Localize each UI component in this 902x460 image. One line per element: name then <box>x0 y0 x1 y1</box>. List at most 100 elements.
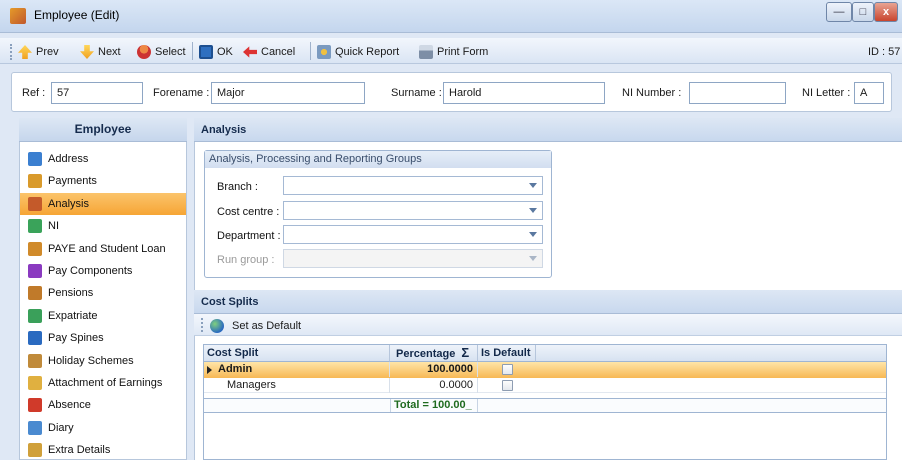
nav-item-label: Expatriate <box>48 309 98 322</box>
ref-field[interactable]: 57 <box>51 82 143 104</box>
nav-item-label: PAYE and Student Loan <box>48 242 166 255</box>
cost-centre-select[interactable] <box>283 201 543 220</box>
save-icon <box>199 45 213 59</box>
title-bar <box>0 0 902 33</box>
branch-select[interactable] <box>283 176 543 195</box>
extra-icon <box>28 443 42 458</box>
attachment-icon <box>28 376 42 390</box>
nav-item-pensions[interactable]: Pensions <box>20 282 186 304</box>
toolbar-separator <box>310 42 311 60</box>
col-percentage[interactable]: Percentage Σ <box>390 345 478 362</box>
department-label: Department : <box>217 230 281 242</box>
chevron-down-icon <box>529 232 537 237</box>
down-arrow-icon <box>80 45 94 59</box>
col-cost-split[interactable]: Cost Split <box>204 345 390 362</box>
select-person-icon <box>137 45 151 59</box>
cell-cost-split[interactable]: Managers <box>227 378 390 393</box>
toolbar-separator <box>192 42 193 60</box>
cell-percentage[interactable]: 100.0000 <box>390 362 478 377</box>
set-as-default-button[interactable]: Set as Default <box>210 318 301 334</box>
people-icon <box>28 152 42 166</box>
nav-item-analysis[interactable]: Analysis <box>20 192 186 215</box>
run-group-label: Run group : <box>217 254 275 266</box>
cost-centre-label: Cost centre : <box>217 206 280 218</box>
ni-letter-field[interactable]: A <box>854 82 884 104</box>
nav-item-address[interactable]: Address <box>20 148 186 170</box>
up-arrow-icon <box>18 45 32 59</box>
nav-item-expatriate[interactable]: Expatriate <box>20 305 186 327</box>
nav-item-holiday-schemes[interactable]: Holiday Schemes <box>20 350 186 372</box>
nav-item-label: Diary <box>48 421 74 434</box>
nav-item-label: Absence <box>48 399 91 412</box>
grid-header-filler <box>536 345 886 362</box>
nav-item-label: Payments <box>48 175 97 188</box>
next-button[interactable]: Next <box>80 44 121 60</box>
analysis-section-title: Analysis <box>194 118 902 142</box>
nav-item-label: Address <box>48 153 89 165</box>
wallet-icon <box>28 174 42 189</box>
grid-footer <box>204 398 886 413</box>
nav-item-label: Pay Spines <box>48 332 104 345</box>
is-default-checkbox[interactable] <box>502 364 513 375</box>
print-icon <box>419 45 433 59</box>
ok-button[interactable]: OK <box>199 44 233 60</box>
nav-item-label: Analysis <box>48 197 89 210</box>
percentage-total: Total = 100.00_ <box>390 399 478 412</box>
nav-item-label: Pensions <box>48 287 94 300</box>
surname-label: Surname : <box>391 87 442 99</box>
row-indicator-icon <box>207 366 212 374</box>
paye-icon <box>28 241 42 256</box>
nav-item-pay-components[interactable]: Pay Components <box>20 260 186 282</box>
ni-letter-label: NI Letter : <box>802 87 851 99</box>
close-button[interactable]: x <box>874 2 898 22</box>
nav-item-paye-and-student-loan[interactable]: PAYE and Student Loan <box>20 238 186 260</box>
pensions-icon <box>28 286 42 301</box>
nav-item-pay-spines[interactable]: Pay Spines <box>20 327 186 349</box>
holiday-icon <box>28 353 42 368</box>
print-form-button[interactable]: Print Form <box>419 44 488 60</box>
window-title: Employee (Edit) <box>34 8 120 22</box>
ni-number-field[interactable] <box>689 82 786 104</box>
nav-item-extra-details[interactable]: Extra Details <box>20 439 186 460</box>
chevron-down-icon <box>529 256 537 261</box>
col-is-default[interactable]: Is Default <box>478 345 536 362</box>
chevron-down-icon <box>529 183 537 188</box>
ref-label: Ref : <box>22 87 46 99</box>
diary-icon <box>28 420 42 435</box>
nav-item-label: NI <box>48 220 59 233</box>
analysis-group-title: Analysis, Processing and Reporting Group… <box>205 151 551 168</box>
org-chart-icon <box>28 196 42 211</box>
nav-item-absence[interactable]: Absence <box>20 394 186 416</box>
components-icon <box>28 264 42 278</box>
ni-icon <box>28 219 42 234</box>
nav-item-payments[interactable]: Payments <box>20 170 186 192</box>
maximize-button[interactable]: □ <box>852 2 874 22</box>
nav-item-label: Extra Details <box>48 444 111 457</box>
select-button[interactable]: Select <box>137 44 186 60</box>
department-select[interactable] <box>283 225 543 244</box>
forename-field[interactable]: Major <box>211 82 365 104</box>
nav-item-label: Pay Components <box>48 265 133 277</box>
chevron-down-icon <box>529 208 537 213</box>
minimize-button[interactable]: — <box>826 2 852 22</box>
quick-report-button[interactable]: Quick Report <box>317 44 399 60</box>
cancel-button[interactable]: Cancel <box>243 44 295 60</box>
is-default-checkbox[interactable] <box>502 380 513 391</box>
nav-item-label: Holiday Schemes <box>48 354 134 367</box>
nav-title: Employee <box>19 118 187 142</box>
back-arrow-icon <box>243 46 257 58</box>
app-icon <box>10 8 26 24</box>
nav-item-label: Attachment of Earnings <box>48 377 163 389</box>
surname-field[interactable]: Harold <box>443 82 605 104</box>
nav-item-ni[interactable]: NI <box>20 215 186 237</box>
branch-label: Branch : <box>217 181 258 193</box>
cell-percentage[interactable]: 0.0000 <box>390 378 478 393</box>
prev-button[interactable]: Prev <box>18 44 59 60</box>
nav-item-attachment-of-earnings[interactable]: Attachment of Earnings <box>20 372 186 394</box>
sum-icon: Σ <box>461 345 470 360</box>
spines-icon <box>28 331 42 346</box>
nav-item-diary[interactable]: Diary <box>20 417 186 439</box>
globe-icon <box>28 308 42 323</box>
record-id: ID : 57 <box>868 46 901 58</box>
cell-cost-split[interactable]: Admin <box>218 362 390 377</box>
